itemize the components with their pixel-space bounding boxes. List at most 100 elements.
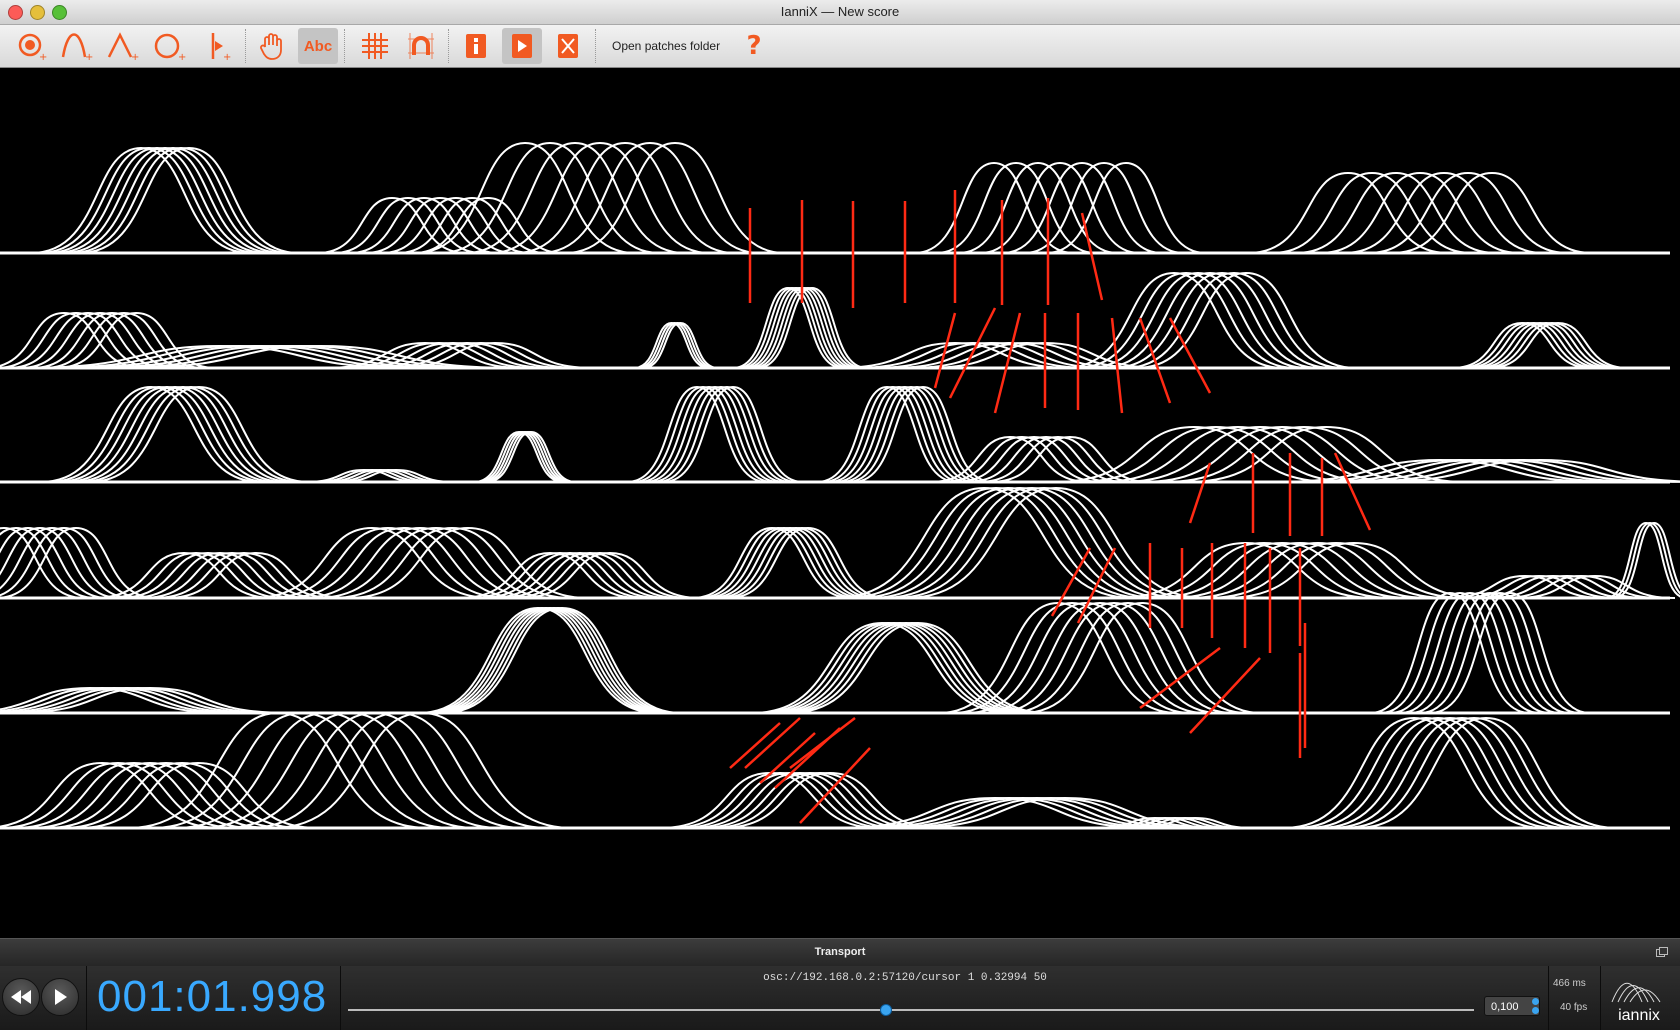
score-curve[interactable] [833,486,1135,599]
add-cursor-icon: + [211,33,231,61]
transport-separator [340,966,341,1030]
score-curve[interactable] [1514,574,1676,599]
score-curve[interactable] [1075,271,1297,369]
score-curve[interactable] [199,711,501,829]
score-cursor[interactable] [1188,462,1212,524]
add-polyline-button[interactable]: + [103,28,143,64]
grid-toggle-button[interactable] [355,28,395,64]
score-cursor[interactable] [1333,452,1372,531]
info-button[interactable] [456,28,496,64]
snap-magnet-icon [408,33,434,59]
score-curve[interactable] [965,601,1207,714]
score-cursor[interactable] [744,717,801,769]
text-tool-button[interactable]: Abc [298,28,338,64]
score-curve[interactable] [1021,601,1263,714]
score-curve[interactable] [845,486,1147,599]
toolbar-separator [245,29,246,63]
svg-text:+: + [223,52,231,61]
timeline-slider[interactable] [348,1009,1474,1011]
score-curve[interactable] [0,761,223,829]
add-circle-icon: + [154,33,186,61]
window-title: IanniX — New score [780,4,900,19]
score-curve[interactable] [1135,271,1357,369]
play-icon [55,989,67,1005]
question-mark-icon: ? [746,31,762,61]
svg-text:+: + [178,52,186,61]
score-cursor[interactable] [1189,657,1261,734]
text-icon: Abc [303,37,333,55]
score-curve[interactable] [869,486,1171,599]
curve-layer [0,141,1680,830]
toolbar-separator [344,29,345,63]
svg-text:+: + [85,52,93,61]
score-curve[interactable] [775,621,1037,714]
latency-readout: 466 ms [1553,978,1586,989]
add-curve-button[interactable]: + [57,28,97,64]
hand-tool-button[interactable] [252,28,292,64]
score-view[interactable] [0,68,1680,938]
score-curve[interactable] [1500,574,1662,599]
score-cursor[interactable] [1168,317,1212,394]
score-cursor[interactable] [1080,212,1104,301]
score-cursor[interactable] [948,307,997,399]
play-render-button[interactable] [502,28,542,64]
help-button[interactable]: ? [734,28,774,64]
svg-text:+: + [131,52,139,61]
svg-text:+: + [39,52,47,61]
timeline-slider-knob[interactable] [880,1004,893,1016]
add-trigger-button[interactable]: + [12,28,52,64]
fullscreen-icon [558,34,578,58]
play-render-icon [512,34,532,58]
toolbar-separator [448,29,449,63]
score-curve[interactable] [763,621,1025,714]
transport-header: Transport [0,938,1680,967]
window-titlebar: IanniX — New score [0,0,1680,25]
score-curve[interactable] [1111,271,1333,369]
undock-icon[interactable] [1656,947,1668,958]
score-curve[interactable] [1123,271,1345,369]
score-curve[interactable] [979,601,1221,714]
add-curve-icon: + [61,33,93,61]
score-curve[interactable] [881,486,1183,599]
score-curve[interactable] [1444,574,1606,599]
add-cursor-button[interactable]: + [198,28,238,64]
score-cursor[interactable] [993,312,1022,414]
transport-panel: Transport 001:01.998 osc://192.168.0.2:5… [0,938,1680,1030]
score-cursor[interactable] [789,717,856,769]
score-cursor[interactable] [729,722,781,769]
add-polyline-icon: + [107,32,139,61]
score-curve[interactable] [1087,271,1309,369]
transport-separator [1600,966,1601,1030]
iannix-logo-icon [1611,982,1661,1003]
snap-toggle-button[interactable] [401,28,441,64]
score-curve[interactable] [1063,271,1285,369]
transport-title: Transport [814,946,866,958]
logo-text: iannix [1618,1007,1660,1024]
iannix-logo: iannix [1604,972,1674,1026]
transport-controls: 001:01.998 osc://192.168.0.2:57120/curso… [0,966,1680,1030]
toolbar-separator [595,29,596,63]
info-icon [466,34,486,58]
add-circle-button[interactable]: + [150,28,190,64]
add-trigger-icon: + [18,33,47,61]
score-curve[interactable] [905,486,1207,599]
transport-separator [1548,966,1549,1030]
osc-message-display: osc://192.168.0.2:57120/cursor 1 0.32994… [763,972,1047,984]
transport-separator [86,966,87,1030]
play-button[interactable] [41,978,79,1016]
time-display: 001:01.998 [97,972,328,1021]
score-curve[interactable] [993,601,1235,714]
main-toolbar: + + + + + Abc Open patches folder ? [0,25,1680,68]
fullscreen-button[interactable] [548,28,588,64]
score-canvas[interactable] [0,68,1680,938]
fps-readout: 40 fps [1560,1002,1588,1013]
grid-icon [362,33,388,59]
rewind-icon [11,990,31,1004]
open-patches-folder-button[interactable]: Open patches folder [612,39,720,53]
cursor-layer [729,190,1372,824]
score-curve[interactable] [857,486,1159,599]
score-curve[interactable] [1099,271,1321,369]
rewind-button[interactable] [2,978,40,1016]
hand-icon [260,33,282,60]
speed-stepper[interactable] [1532,998,1540,1014]
